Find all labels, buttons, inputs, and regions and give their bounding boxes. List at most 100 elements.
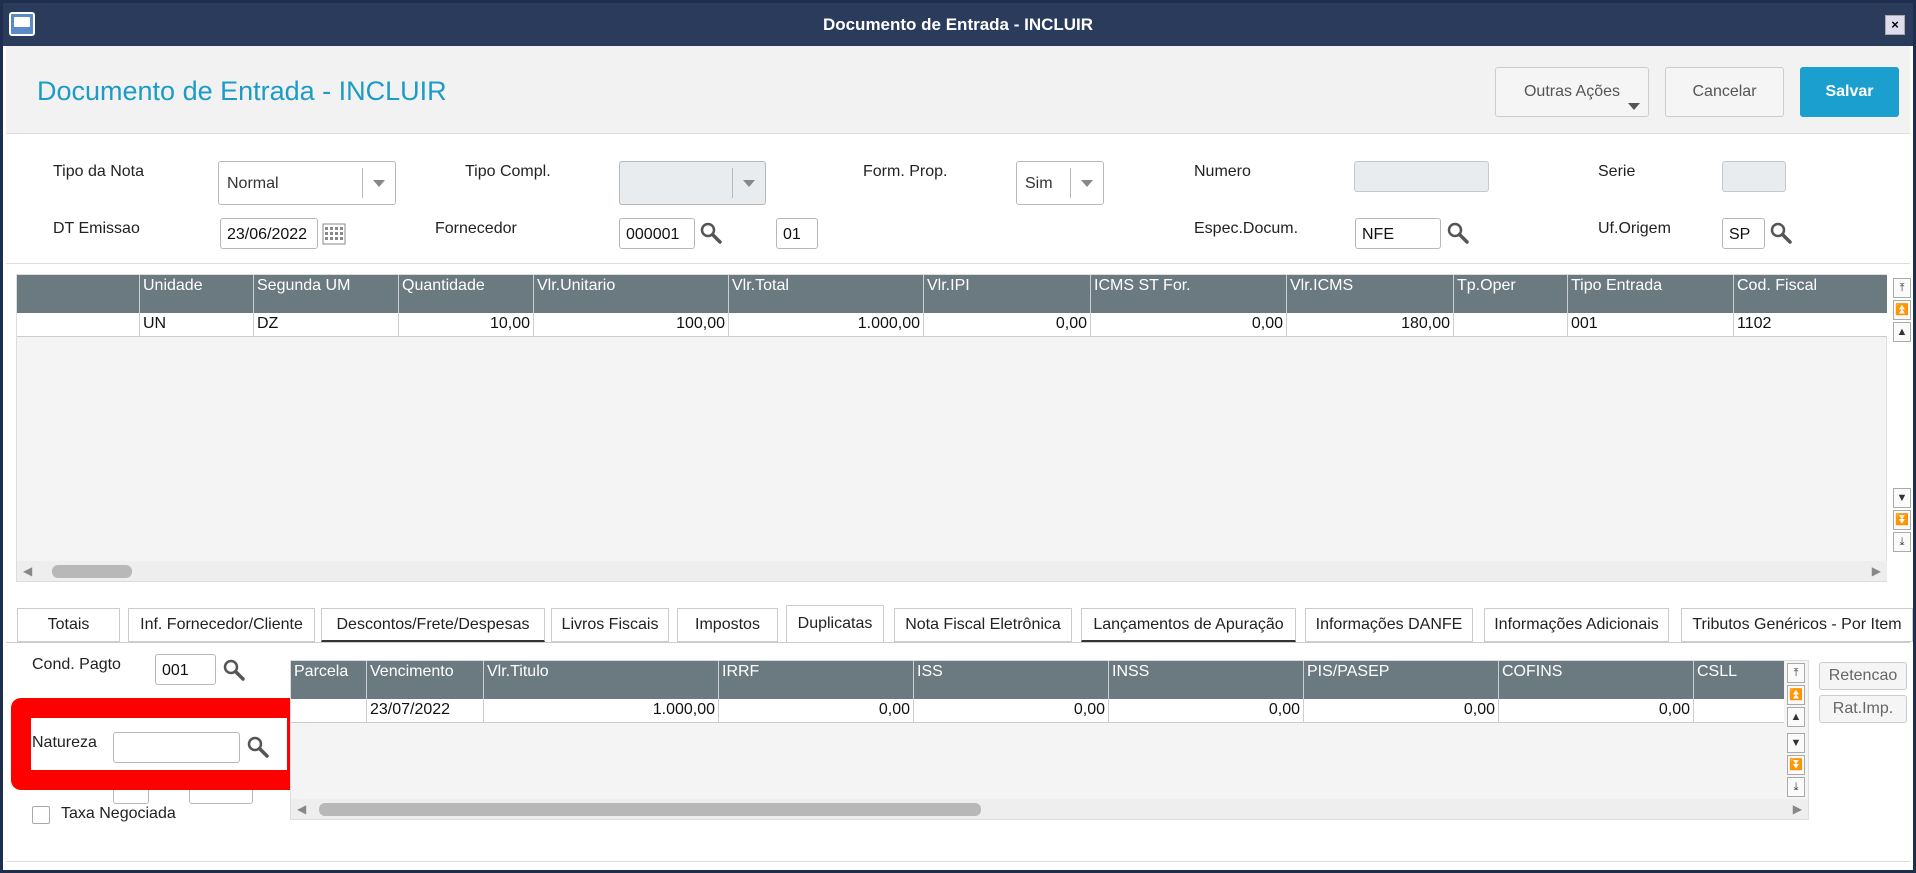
grid-cell[interactable]: 0,00 [914,699,1109,722]
tipo-nota-select[interactable]: Normal [218,161,396,205]
scroll-first-icon[interactable]: ⤒ [1893,278,1911,298]
grid-cell[interactable] [17,313,140,336]
grid-cell[interactable]: 0,00 [924,313,1091,336]
tab-informacoes-adicionais[interactable]: Informações Adicionais [1484,608,1669,642]
tab-nota-fiscal-eletronica[interactable]: Nota Fiscal Eletrônica [894,608,1072,642]
grid-header-cell[interactable] [17,275,140,313]
grid-header-cell[interactable]: Parcela [291,661,367,699]
espec-docum-input[interactable]: NFE [1355,218,1441,249]
numero-input[interactable] [1354,161,1489,192]
scroll-down-icon[interactable]: ▼ [1893,488,1911,508]
grid-header-cell[interactable]: IRRF [719,661,914,699]
grid-header-cell[interactable]: Segunda UM [254,275,399,313]
scroll-page-up-icon[interactable]: ⏫ [1893,300,1911,320]
grid-cell[interactable]: 100,00 [534,313,729,336]
horizontal-scrollbar[interactable]: ◀ ▶ [291,799,1808,819]
grid-cell[interactable]: 180,00 [1287,313,1454,336]
cond-pagto-input[interactable]: 001 [155,654,216,685]
grid-cell[interactable]: 0,00 [1091,313,1287,336]
natureza-input[interactable] [113,732,240,763]
grid-cell[interactable]: 10,00 [399,313,534,336]
grid-cell[interactable]: UN [140,313,254,336]
scroll-right-icon[interactable]: ▶ [1872,564,1881,578]
grid-header-cell[interactable]: Vlr.Titulo [484,661,719,699]
tab-totais[interactable]: Totais [17,608,120,642]
grid-cell[interactable]: 23/07/2022 [367,699,484,722]
grid-header-cell[interactable]: Vencimento [367,661,484,699]
more-actions-button[interactable]: Outras Ações [1495,67,1649,117]
scroll-page-down-icon[interactable]: ⏬ [1893,510,1911,530]
grid-cell[interactable]: 1.000,00 [484,699,719,722]
grid-header-cell[interactable]: Tipo Entrada [1568,275,1734,313]
fornecedor-code-input[interactable]: 000001 [619,218,695,249]
tab-descontos[interactable]: Descontos/Frete/Despesas [321,608,545,642]
rat-imp-button[interactable]: Rat.Imp. [1819,695,1907,723]
tab-informacoes-danfe[interactable]: Informações DANFE [1305,608,1473,642]
uf-origem-input[interactable]: SP [1722,218,1765,249]
scroll-right-icon[interactable]: ▶ [1793,802,1802,816]
form-prop-select[interactable]: Sim [1016,161,1104,205]
scroll-left-icon[interactable]: ◀ [23,564,32,578]
grid-cell[interactable]: DZ [254,313,399,336]
grid-cell[interactable]: 1102 [1734,313,1887,336]
grid-header-cell[interactable]: ICMS ST For. [1091,275,1287,313]
dt-emissao-input[interactable]: 23/06/2022 [220,218,318,249]
scroll-page-up-icon[interactable]: ⏫ [1787,685,1805,705]
grid-cell[interactable]: 001 [1568,313,1734,336]
grid-cell[interactable]: 0,00 [1109,699,1304,722]
grid-cell[interactable]: 0,00 [1304,699,1499,722]
grid-header-cell[interactable]: PIS/PASEP [1304,661,1499,699]
tab-tributos-genericos[interactable]: Tributos Genéricos - Por Item [1681,608,1913,642]
tab-lancamentos[interactable]: Lançamentos de Apuração [1081,608,1296,642]
tab-livros-fiscais[interactable]: Livros Fiscais [551,608,669,642]
grid-cell[interactable] [1694,699,1784,722]
grid-header-cell[interactable]: Vlr.Total [729,275,924,313]
scroll-last-icon[interactable]: ⤓ [1787,777,1805,797]
table-row[interactable]: UN DZ 10,00 100,00 1.000,00 0,00 0,00 18… [17,313,1887,337]
search-icon[interactable] [247,736,269,758]
grid-header-cell[interactable]: CSLL [1694,661,1784,699]
scroll-last-icon[interactable]: ⤓ [1893,532,1911,552]
search-icon[interactable] [700,222,722,244]
cancel-button[interactable]: Cancelar [1665,67,1784,117]
grid-header-cell[interactable]: Unidade [140,275,254,313]
retencao-button[interactable]: Retencao [1819,662,1907,690]
scroll-up-icon[interactable]: ▲ [1787,707,1805,727]
grid-header-cell[interactable]: Cod. Fiscal [1734,275,1887,313]
scroll-page-down-icon[interactable]: ⏬ [1787,755,1805,775]
grid-header-cell[interactable]: ISS [914,661,1109,699]
tab-impostos[interactable]: Impostos [677,608,778,642]
grid-cell[interactable]: 1.000,00 [729,313,924,336]
scroll-first-icon[interactable]: ⤒ [1787,663,1805,683]
grid-header-cell[interactable]: Vlr.Unitario [534,275,729,313]
tab-inf-fornecedor[interactable]: Inf. Fornecedor/Cliente [128,608,315,642]
search-icon[interactable] [1770,222,1792,244]
scroll-down-icon[interactable]: ▼ [1787,733,1805,753]
grid-header-cell[interactable]: Tp.Oper [1454,275,1568,313]
scrollbar-thumb[interactable] [52,565,132,578]
taxa-negociada-checkbox[interactable] [32,806,50,824]
calendar-icon[interactable] [322,223,346,245]
horizontal-scrollbar[interactable]: ◀ ▶ [17,561,1887,581]
grid-cell[interactable]: 0,00 [1499,699,1694,722]
grid-header-cell[interactable]: INSS [1109,661,1304,699]
grid-header-cell[interactable]: Vlr.ICMS [1287,275,1454,313]
tab-duplicatas[interactable]: Duplicatas [786,605,884,643]
grid-header-cell[interactable]: Quantidade [399,275,534,313]
save-button[interactable]: Salvar [1800,67,1899,117]
scroll-up-icon[interactable]: ▲ [1893,322,1911,342]
search-icon[interactable] [223,659,245,681]
scrollbar-thumb[interactable] [319,803,981,816]
fornecedor-loja-input[interactable]: 01 [776,218,818,249]
grid-header-cell[interactable]: COFINS [1499,661,1694,699]
grid-header-cell[interactable]: Vlr.IPI [924,275,1091,313]
grid-cell[interactable]: 0,00 [719,699,914,722]
serie-input[interactable] [1722,161,1786,192]
grid-cell[interactable] [1454,313,1568,336]
tipo-compl-select[interactable] [619,161,766,205]
close-icon[interactable]: × [1885,15,1905,35]
search-icon[interactable] [1447,222,1469,244]
table-row[interactable]: 23/07/2022 1.000,00 0,00 0,00 0,00 0,00 … [291,699,1784,723]
grid-cell[interactable] [291,699,367,722]
scroll-left-icon[interactable]: ◀ [297,802,306,816]
